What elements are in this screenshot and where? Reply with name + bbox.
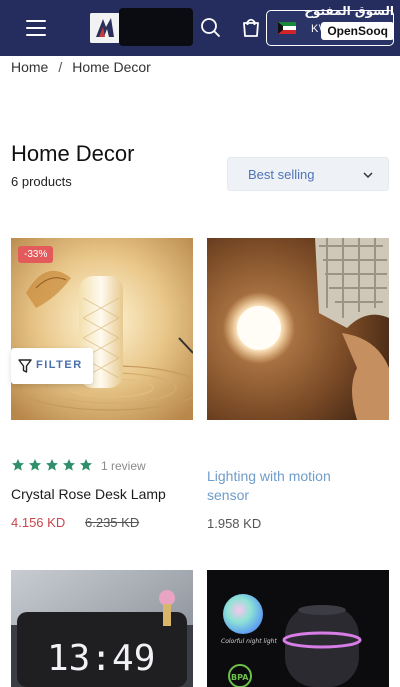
bpa-badge-text: BPA [231,673,249,682]
watermark-latin: OpenSooq [321,22,394,40]
cart-button[interactable] [237,14,265,42]
compare-at-price: 6.235 KD [85,515,140,530]
watermark-arabic: السوق المفتوح [304,4,394,18]
product-image-humidifier[interactable]: Colorful night light BPA [207,570,389,687]
filter-label: FILTER [36,359,83,371]
product-name-motion-light[interactable]: Lighting with motion sensor [207,467,367,505]
projection-clock-photo: 13:49 [11,570,193,687]
star-icon [80,459,92,471]
store-logo[interactable] [90,13,120,43]
star-icon [46,459,58,471]
product-count: 6 products [11,174,72,189]
clock-display-text: 13:49 [47,638,155,679]
menu-button[interactable] [26,17,48,39]
cart-icon [243,18,259,37]
product-name-crystal-lamp[interactable]: Crystal Rose Desk Lamp [11,485,193,504]
product-image-motion-light[interactable] [207,238,389,420]
watermark: السوق المفتوح OpenSooq [304,2,396,42]
search-button[interactable] [197,14,225,42]
review-count[interactable]: 1 review [101,459,146,473]
sale-price: 4.156 KD [11,515,66,530]
redacted-store-name [119,8,193,46]
breadcrumb-separator: / [58,59,63,75]
breadcrumb: Home / Home Decor [11,59,151,75]
site-header: KW السوق المفتوح OpenSooq [0,0,400,56]
page-title: Home Decor [11,141,135,166]
chevron-down-icon [363,172,373,179]
crystal-lamp-photo [11,238,193,420]
night-light-caption: Colorful night light [221,638,277,645]
regular-price: 1.958 KD [207,516,262,531]
product-image-crystal-lamp[interactable]: -33% [11,238,193,420]
sort-selected-value: Best selling [248,167,315,182]
star-icon [63,459,75,471]
rating-stars [11,458,96,474]
humidifier-photo: Colorful night light BPA [207,570,389,687]
discount-badge: -33% [18,246,54,263]
star-icon [29,459,41,471]
sort-select[interactable]: Best selling [227,157,389,191]
star-icon [12,459,24,471]
menu-icon-bar [26,34,46,36]
kuwait-flag-icon [278,22,296,34]
breadcrumb-current: Home Decor [72,59,151,75]
filter-funnel-icon [18,359,32,373]
motion-light-photo [207,238,389,420]
breadcrumb-home[interactable]: Home [11,59,48,75]
menu-icon [26,20,46,22]
product-image-projection-clock[interactable]: 13:49 [11,570,193,687]
store-logo-mark [90,13,120,43]
search-icon [201,18,220,37]
menu-icon-bar [26,27,46,29]
filter-button[interactable]: FILTER [11,348,93,384]
